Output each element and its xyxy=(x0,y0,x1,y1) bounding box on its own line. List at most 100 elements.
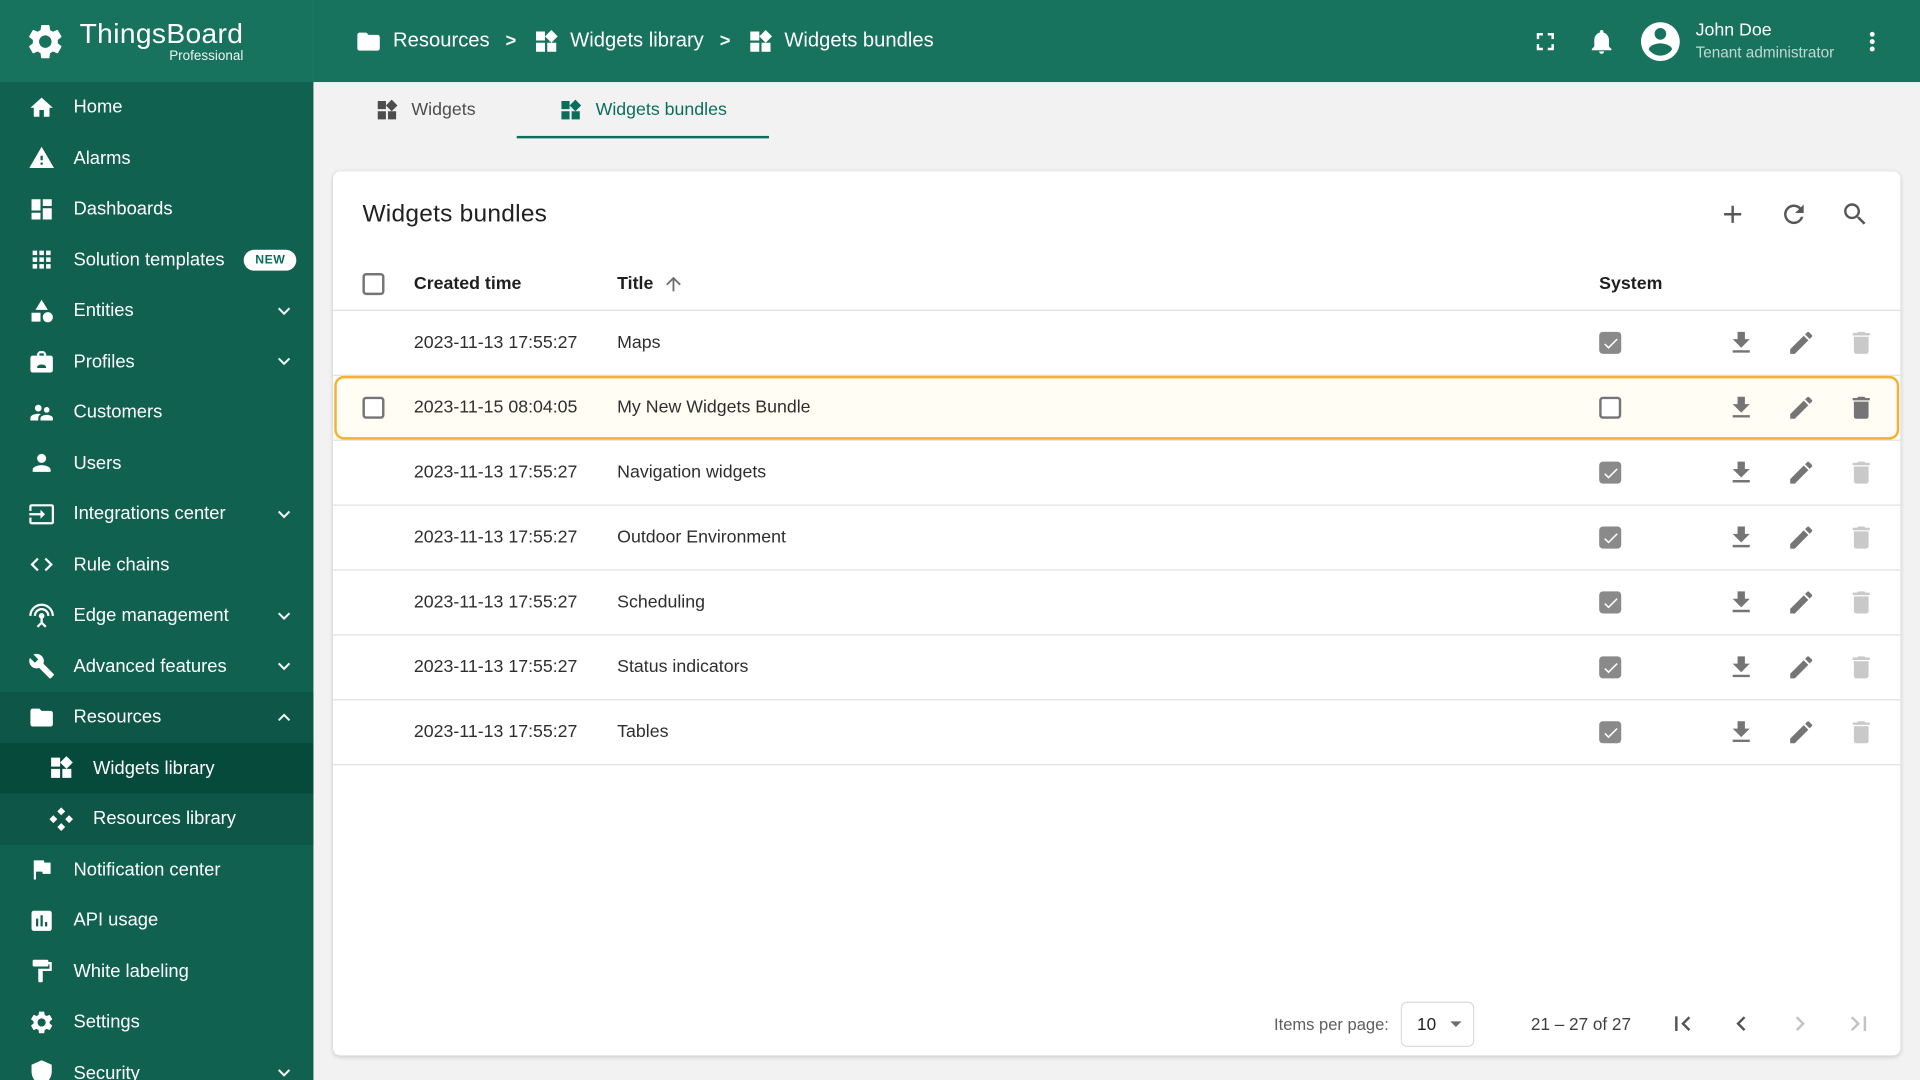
breadcrumb-item-widgets-bundles[interactable]: Widgets bundles xyxy=(746,28,934,55)
logo[interactable]: ThingsBoard Professional xyxy=(0,0,314,83)
select-all-checkbox[interactable] xyxy=(362,272,385,295)
bell-button[interactable] xyxy=(1576,15,1627,66)
chevron-down-icon xyxy=(272,349,296,373)
sidebar-item-label: Settings xyxy=(73,1011,140,1033)
edit-icon xyxy=(1787,393,1816,422)
tab-widgets[interactable]: Widgets xyxy=(333,82,517,138)
sidebar-item-settings[interactable]: Settings xyxy=(0,997,313,1048)
user-menu[interactable]: John Doe Tenant administrator xyxy=(1637,18,1834,65)
sidebar-item-customers[interactable]: Customers xyxy=(0,387,313,438)
column-title-label: Title xyxy=(617,273,654,294)
sidebar-item-api-usage[interactable]: API usage xyxy=(0,895,313,946)
sidebar-item-resources[interactable]: Resources xyxy=(0,692,313,743)
chevron-down-icon xyxy=(272,654,296,678)
breadcrumb-label: Resources xyxy=(393,29,490,52)
items-per-page-select[interactable]: 10 xyxy=(1401,1001,1475,1047)
sidebar-item-widgets-library[interactable]: Widgets library xyxy=(0,742,314,794)
table-row[interactable]: 2023-11-13 17:55:27 Status indicators xyxy=(333,636,1901,701)
warning-icon xyxy=(28,145,55,172)
sidebar-item-white-labeling[interactable]: White labeling xyxy=(0,946,313,997)
table-row[interactable]: 2023-11-13 17:55:27 Tables xyxy=(333,700,1901,766)
table-row[interactable]: 2023-11-13 17:55:27 Navigation widgets xyxy=(333,441,1901,506)
table-row[interactable]: 2023-11-13 17:55:27 Outdoor Environment xyxy=(333,506,1901,571)
table-row[interactable]: 2023-11-15 08:04:05 My New Widgets Bundle xyxy=(333,375,1901,441)
edit-button[interactable] xyxy=(1777,448,1826,497)
sidebar-item-edge-management[interactable]: Edge management xyxy=(0,590,313,641)
tab-label: Widgets xyxy=(411,100,476,121)
sidebar-item-profiles[interactable]: Profiles xyxy=(0,336,313,387)
widgets-icon xyxy=(559,98,583,122)
column-title[interactable]: Title xyxy=(617,272,1589,294)
last-page-button xyxy=(1829,994,1888,1053)
tab-label: Widgets bundles xyxy=(595,100,727,121)
download-button[interactable] xyxy=(1717,643,1766,692)
more-menu-button[interactable] xyxy=(1847,15,1898,66)
plus-button[interactable] xyxy=(1707,189,1758,240)
download-button[interactable] xyxy=(1717,383,1766,432)
delete-button[interactable] xyxy=(1837,383,1886,432)
system-checkbox xyxy=(1599,591,1622,614)
edit-icon xyxy=(1787,588,1816,617)
download-icon xyxy=(1727,653,1756,682)
sidebar-item-notification-center[interactable]: Notification center xyxy=(0,844,313,895)
card-header: Widgets bundles xyxy=(333,171,1900,257)
table-row[interactable]: 2023-11-13 17:55:27 Maps xyxy=(333,311,1901,376)
download-button[interactable] xyxy=(1717,448,1766,497)
fullscreen-button[interactable] xyxy=(1519,15,1570,66)
row-select-checkbox[interactable] xyxy=(362,396,385,419)
sidebar-item-security[interactable]: Security xyxy=(0,1048,313,1080)
refresh-button[interactable] xyxy=(1768,189,1819,240)
edit-button[interactable] xyxy=(1777,318,1826,367)
sidebar-item-users[interactable]: Users xyxy=(0,438,313,489)
column-created-time[interactable]: Created time xyxy=(414,274,617,294)
sidebar-nav: Home Alarms Dashboards Solution templates NE… xyxy=(0,82,314,1080)
sidebar-item-label: White labeling xyxy=(73,960,189,982)
column-system[interactable]: System xyxy=(1589,274,1716,294)
shield-icon xyxy=(28,1059,55,1080)
first-page-button[interactable] xyxy=(1653,994,1712,1053)
edit-button[interactable] xyxy=(1777,383,1826,432)
edit-button[interactable] xyxy=(1777,643,1826,692)
delete-icon xyxy=(1847,718,1876,747)
sidebar-item-alarms[interactable]: Alarms xyxy=(0,133,313,184)
sidebar-item-label: Customers xyxy=(73,401,163,423)
table-row[interactable]: 2023-11-13 17:55:27 Scheduling xyxy=(333,571,1901,636)
sidebar-item-entities[interactable]: Entities xyxy=(0,285,313,336)
prev-page-icon xyxy=(1727,1009,1756,1038)
sidebar-item-integrations-center[interactable]: Integrations center xyxy=(0,489,313,540)
edit-button[interactable] xyxy=(1777,513,1826,562)
sidebar-item-resources-library[interactable]: Resources library xyxy=(0,793,313,844)
apps-grid-icon xyxy=(28,246,55,273)
row-title: Outdoor Environment xyxy=(617,527,786,548)
check-icon xyxy=(1601,463,1619,481)
download-button[interactable] xyxy=(1717,318,1766,367)
sidebar-item-solution-templates[interactable]: Solution templates NEW xyxy=(0,234,313,285)
sidebar-item-label: Users xyxy=(73,452,122,474)
card-action-buttons xyxy=(1707,189,1891,240)
download-button[interactable] xyxy=(1717,708,1766,757)
sidebar-item-advanced-features[interactable]: Advanced features xyxy=(0,641,313,692)
tab-widgets-bundles[interactable]: Widgets bundles xyxy=(517,82,769,139)
logo-text: ThingsBoard Professional xyxy=(80,17,244,64)
prev-page-button[interactable] xyxy=(1712,994,1771,1053)
breadcrumb-item-resources[interactable]: Resources xyxy=(355,28,490,55)
download-button[interactable] xyxy=(1717,513,1766,562)
edit-button[interactable] xyxy=(1777,578,1826,627)
download-button[interactable] xyxy=(1717,578,1766,627)
sidebar-item-label: Widgets library xyxy=(93,757,215,779)
search-button[interactable] xyxy=(1829,189,1880,240)
breadcrumb-separator: > xyxy=(719,30,731,52)
sidebar-item-dashboards[interactable]: Dashboards xyxy=(0,184,313,235)
sidebar-item-label: Advanced features xyxy=(73,656,227,677)
row-actions xyxy=(1717,318,1901,367)
edit-icon xyxy=(1787,653,1816,682)
widgets-icon xyxy=(48,755,75,782)
wrench-icon xyxy=(28,653,55,680)
breadcrumb-item-widgets-library[interactable]: Widgets library xyxy=(532,28,704,55)
row-actions xyxy=(1717,578,1901,627)
check-icon xyxy=(1601,658,1619,676)
sidebar-item-label: Home xyxy=(73,97,123,118)
sidebar-item-home[interactable]: Home xyxy=(0,82,313,133)
edit-button[interactable] xyxy=(1777,708,1826,757)
sidebar-item-rule-chains[interactable]: Rule chains xyxy=(0,539,313,590)
